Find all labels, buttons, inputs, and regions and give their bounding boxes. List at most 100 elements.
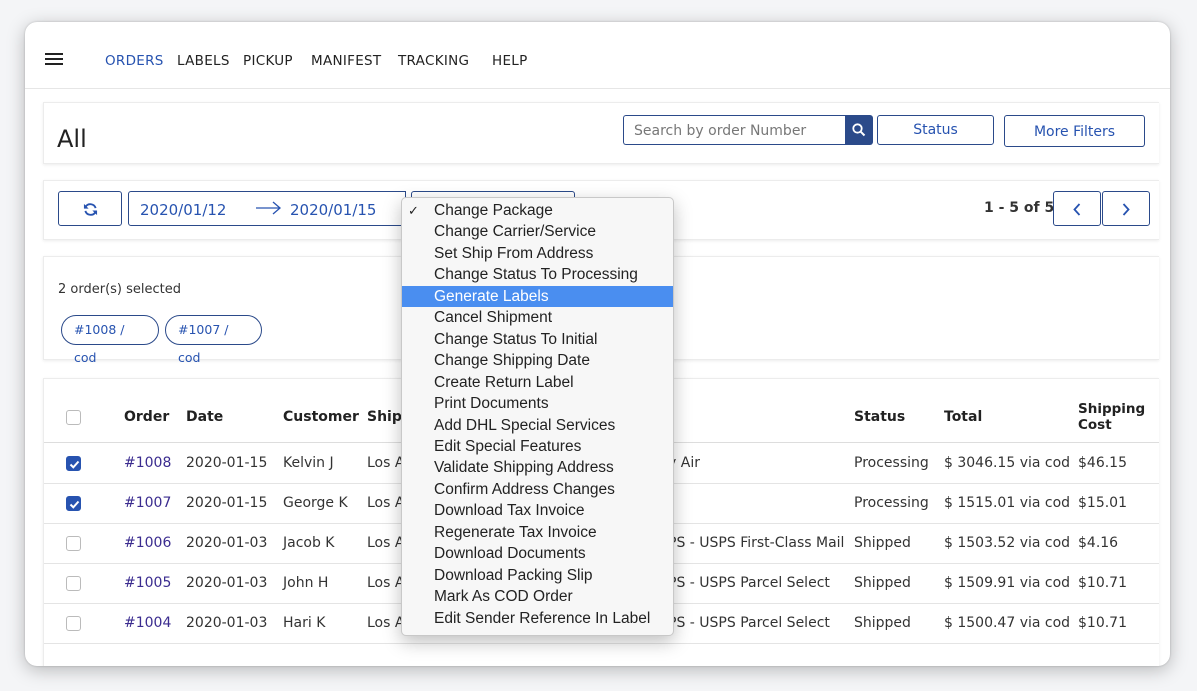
- menu-item-label: Edit Special Features: [434, 437, 582, 455]
- header-line: Shipping: [1078, 401, 1146, 417]
- menu-item-label: Download Packing Slip: [434, 566, 593, 584]
- menu-item-label: Change Package: [434, 202, 553, 219]
- search-icon: [852, 123, 866, 137]
- menu-item[interactable]: Cancel Shipment: [402, 307, 673, 328]
- cell-customer: Kelvin J: [283, 455, 334, 471]
- nav-help[interactable]: HELP: [492, 53, 528, 69]
- menu-item-label: Download Tax Invoice: [434, 502, 585, 520]
- menu-item-label: Cancel Shipment: [434, 309, 553, 327]
- menu-item-label: Add DHL Special Services: [434, 416, 616, 434]
- menu-item-label: Validate Shipping Address: [434, 459, 614, 477]
- cell-order[interactable]: #1005: [124, 575, 171, 591]
- search-input[interactable]: Search by order Number: [623, 115, 845, 145]
- previous-page-button[interactable]: [1053, 191, 1101, 226]
- cell-cost: $15.01: [1078, 495, 1127, 511]
- checkmark-icon: [69, 460, 80, 469]
- selected-order-chip[interactable]: #1007 / cod: [165, 315, 262, 365]
- date-from[interactable]: 2020/01/12: [140, 201, 226, 219]
- nav-tracking[interactable]: TRACKING: [398, 53, 469, 69]
- column-header-date[interactable]: Date: [186, 409, 223, 425]
- column-header-ship[interactable]: Ship: [367, 409, 402, 425]
- cell-total: $ 1500.47 via cod: [944, 615, 1071, 631]
- cell-total: $ 1509.91 via cod: [944, 575, 1071, 591]
- menu-item[interactable]: Change Status To Initial: [402, 329, 673, 350]
- menu-item-label: Confirm Address Changes: [434, 480, 615, 498]
- row-checkbox[interactable]: [66, 536, 81, 551]
- cell-order[interactable]: #1006: [124, 535, 171, 551]
- menu-item-label: Create Return Label: [434, 373, 574, 391]
- more-filters-button[interactable]: More Filters: [1004, 115, 1145, 147]
- app-window: ORDERS LABELS PICKUP MANIFEST TRACKING H…: [25, 22, 1170, 666]
- refresh-button[interactable]: [58, 191, 122, 226]
- column-header-customer[interactable]: Customer: [283, 409, 359, 425]
- menu-item[interactable]: Create Return Label: [402, 372, 673, 393]
- next-page-button[interactable]: [1102, 191, 1150, 226]
- menu-item[interactable]: Mark As COD Order: [402, 586, 673, 607]
- menu-item[interactable]: ✓ Change Package: [402, 200, 673, 221]
- menu-item[interactable]: Change Status To Processing: [402, 264, 673, 285]
- menu-item[interactable]: Edit Special Features: [402, 436, 673, 457]
- column-header-order[interactable]: Order: [124, 409, 169, 425]
- cell-date: 2020-01-15: [186, 455, 268, 471]
- pagination-text: 1 - 5 of 5: [984, 200, 1055, 216]
- cell-date: 2020-01-03: [186, 575, 268, 591]
- cell-cost: $46.15: [1078, 455, 1127, 471]
- menu-item[interactable]: Change Shipping Date: [402, 350, 673, 371]
- cell-order[interactable]: #1004: [124, 615, 171, 631]
- menu-item[interactable]: Download Tax Invoice: [402, 500, 673, 521]
- column-header-total[interactable]: Total: [944, 409, 982, 425]
- nav-pickup[interactable]: PICKUP: [243, 53, 293, 69]
- cell-ship: Los A: [367, 575, 405, 591]
- cell-cost: $10.71: [1078, 615, 1127, 631]
- row-checkbox[interactable]: [66, 496, 81, 511]
- cell-order[interactable]: #1008: [124, 455, 171, 471]
- cell-date: 2020-01-15: [186, 495, 268, 511]
- menu-item[interactable]: Confirm Address Changes: [402, 479, 673, 500]
- cell-total: $ 3046.15 via cod: [944, 455, 1071, 471]
- cell-date: 2020-01-03: [186, 615, 268, 631]
- cell-customer: Jacob K: [283, 535, 335, 551]
- menu-item[interactable]: Validate Shipping Address: [402, 457, 673, 478]
- menu-item[interactable]: Add DHL Special Services: [402, 415, 673, 436]
- menu-item[interactable]: Regenerate Tax Invoice: [402, 522, 673, 543]
- status-filter-button[interactable]: Status: [877, 115, 994, 145]
- nav-orders[interactable]: ORDERS: [105, 53, 164, 69]
- date-range-picker[interactable]: 2020/01/12 2020/01/15: [128, 191, 406, 226]
- nav-labels[interactable]: LABELS: [177, 53, 230, 69]
- cell-customer: John H: [283, 575, 329, 591]
- menu-item-label: Regenerate Tax Invoice: [434, 523, 597, 541]
- menu-item-label: Change Shipping Date: [434, 352, 590, 370]
- menu-item-label: Change Status To Initial: [434, 330, 598, 348]
- menu-item-label: Download Documents: [434, 545, 586, 563]
- cell-ship: Los A: [367, 495, 405, 511]
- cell-status: Processing: [854, 455, 929, 471]
- menu-item[interactable]: Change Carrier/Service: [402, 221, 673, 242]
- menu-item[interactable]: Set Ship From Address: [402, 243, 673, 264]
- cell-service: PS - USPS First-Class Mail: [668, 535, 845, 551]
- menu-item[interactable]: Print Documents: [402, 393, 673, 414]
- date-to[interactable]: 2020/01/15: [290, 201, 376, 219]
- cell-order[interactable]: #1007: [124, 495, 171, 511]
- chevron-left-icon: [1073, 203, 1081, 216]
- selected-order-chip[interactable]: #1008 / cod: [61, 315, 159, 365]
- search-button[interactable]: [845, 115, 873, 145]
- selected-count: 2 order(s) selected: [58, 282, 181, 297]
- refresh-icon: [83, 203, 98, 216]
- select-all-checkbox[interactable]: [66, 410, 81, 425]
- menu-icon[interactable]: [45, 53, 63, 67]
- menu-item[interactable]: Edit Sender Reference In Label: [402, 608, 673, 629]
- nav-manifest[interactable]: MANIFEST: [311, 53, 381, 69]
- cell-ship: Los A: [367, 615, 405, 631]
- top-navigation: ORDERS LABELS PICKUP MANIFEST TRACKING H…: [25, 22, 1170, 89]
- menu-item[interactable]: Download Packing Slip: [402, 565, 673, 586]
- cell-service: PS - USPS Parcel Select: [668, 575, 830, 591]
- column-header-shipping-cost[interactable]: Shipping Cost: [1078, 401, 1145, 433]
- row-checkbox[interactable]: [66, 576, 81, 591]
- cell-ship: Los A: [367, 455, 405, 471]
- menu-item[interactable]: Generate Labels: [402, 285, 673, 307]
- column-header-status[interactable]: Status: [854, 409, 905, 425]
- row-checkbox[interactable]: [66, 616, 81, 631]
- page-title: All: [57, 125, 87, 153]
- menu-item[interactable]: Download Documents: [402, 543, 673, 564]
- row-checkbox[interactable]: [66, 456, 81, 471]
